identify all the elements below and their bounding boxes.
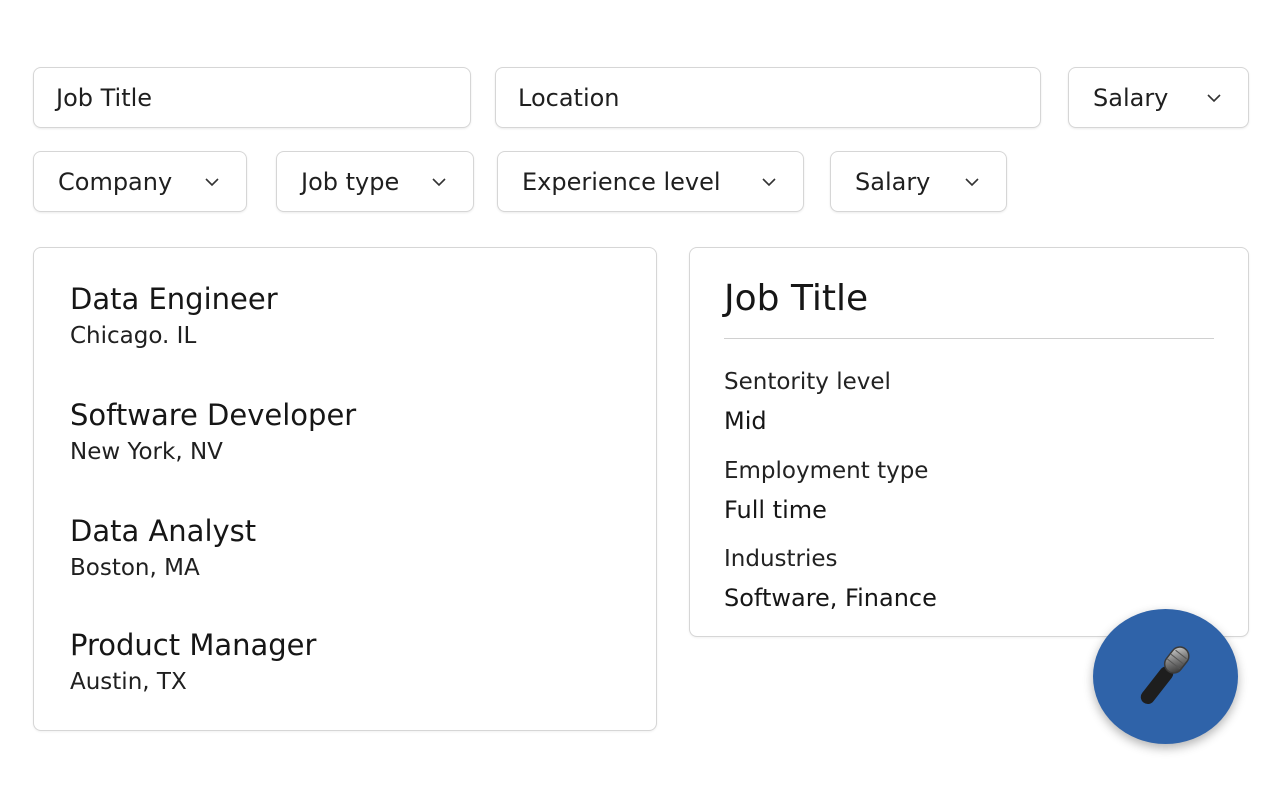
location-input[interactable]: Location xyxy=(495,67,1041,128)
industries-value: Software, Finance xyxy=(724,584,937,612)
job-list-item[interactable]: Software Developer New York, NV xyxy=(70,396,356,468)
divider xyxy=(724,338,1214,339)
voice-search-button[interactable] xyxy=(1093,609,1238,744)
job-item-title: Data Engineer xyxy=(70,282,278,316)
job-list-item[interactable]: Product Manager Austin, TX xyxy=(70,626,316,698)
company-filter[interactable]: Company xyxy=(33,151,247,212)
employment-type-label: Employment type xyxy=(724,458,929,484)
job-item-location: Austin, TX xyxy=(70,669,187,695)
salary-filter-label: Salary xyxy=(855,167,931,196)
chevron-down-icon xyxy=(762,177,776,186)
salary-dropdown-top[interactable]: Salary xyxy=(1068,67,1249,128)
microphone-icon xyxy=(1140,645,1190,704)
job-item-location: Boston, MA xyxy=(70,555,200,581)
job-item-title: Data Analyst xyxy=(70,514,257,548)
job-type-filter-label: Job type xyxy=(301,167,400,196)
location-input-text: Location xyxy=(518,83,620,112)
job-title-input-text: Job Title xyxy=(56,83,153,112)
chevron-down-icon xyxy=(205,177,219,186)
job-list-panel: Data Engineer Chicago. IL Software Devel… xyxy=(33,247,657,731)
industries-label: Industries xyxy=(724,546,838,572)
chevron-down-icon xyxy=(432,177,446,186)
job-item-title: Product Manager xyxy=(70,628,317,662)
job-list-item[interactable]: Data Engineer Chicago. IL xyxy=(70,280,278,352)
job-list-item[interactable]: Data Analyst Boston, MA xyxy=(70,512,256,584)
job-detail-title: Job Title xyxy=(724,278,869,319)
job-item-location: New York, NV xyxy=(70,439,223,465)
experience-level-filter-label: Experience level xyxy=(522,167,721,196)
job-type-filter[interactable]: Job type xyxy=(276,151,474,212)
seniority-level-value: Mid xyxy=(724,407,767,435)
chevron-down-icon xyxy=(965,177,979,186)
salary-dropdown-label: Salary xyxy=(1093,83,1169,112)
experience-level-filter[interactable]: Experience level xyxy=(497,151,804,212)
job-item-title: Software Developer xyxy=(70,398,357,432)
job-detail-panel: Job Title Sentority level Mid Employment… xyxy=(689,247,1249,637)
chevron-down-icon xyxy=(1207,93,1221,102)
job-title-input[interactable]: Job Title xyxy=(33,67,471,128)
seniority-level-label: Sentority level xyxy=(724,369,891,395)
salary-filter[interactable]: Salary xyxy=(830,151,1007,212)
employment-type-value: Full time xyxy=(724,496,827,524)
company-filter-label: Company xyxy=(58,167,173,196)
job-item-location: Chicago. IL xyxy=(70,323,197,349)
